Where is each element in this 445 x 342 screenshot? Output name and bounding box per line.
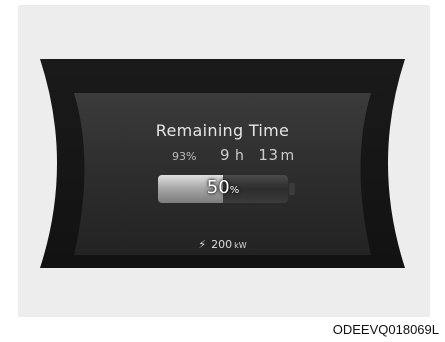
charging-power-value: 200 [211,238,233,251]
cluster-display [40,59,405,268]
battery-level-label: 50% [158,177,288,198]
time-minutes: 13 [258,146,279,164]
lightning-bolt-icon: ⚡ [198,238,207,251]
time-hours-unit: h [235,148,245,164]
battery-terminal [289,183,295,195]
page: Remaining Time 93% 9 h 13 m 50% ⚡ 200 kW ODE… [0,0,445,342]
remaining-time-value: 9 h 13 m [220,146,295,164]
time-hours: 9 [220,146,231,164]
remaining-time-title: Remaining Time [155,121,290,140]
time-minutes-unit: m [280,148,295,164]
battery-level-value: 50 [206,177,230,198]
charging-power-row: ⚡ 200 kW [0,233,445,252]
figure-code: ODEEVQ018069L [332,322,439,337]
state-of-charge: 93% [172,150,197,163]
battery-gauge: 50% [158,175,296,203]
battery-level-unit: % [229,185,240,196]
charging-power: 200 kW [211,238,247,251]
display-inner-panel [74,93,371,255]
charging-power-unit: kW [234,241,247,250]
